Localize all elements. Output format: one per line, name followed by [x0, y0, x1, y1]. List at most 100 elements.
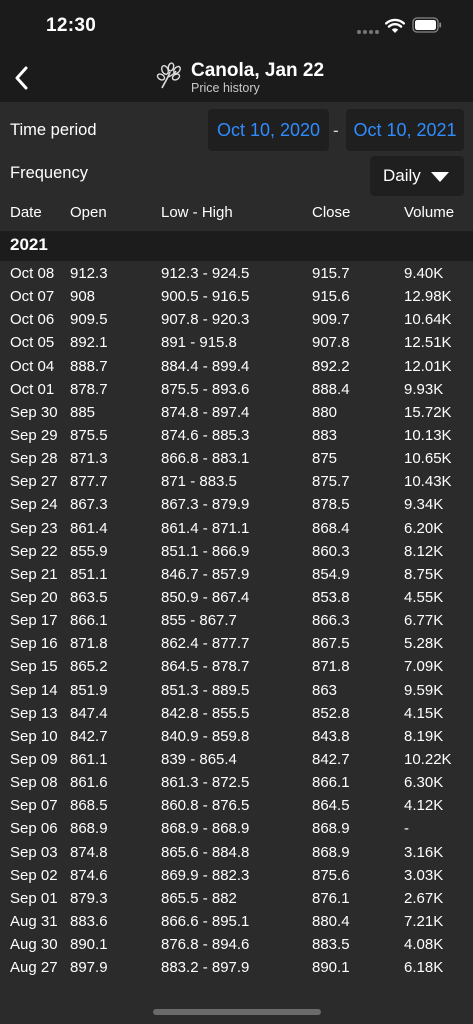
cell-volume: 10.43K	[404, 473, 452, 491]
table-row[interactable]: Sep 29 875.5 874.6 - 885.3 883 10.13K	[0, 425, 473, 448]
table-row[interactable]: Aug 31 883.6 866.6 - 895.1 880.4 7.21K	[0, 911, 473, 934]
back-button[interactable]	[8, 58, 40, 94]
table-row[interactable]: Oct 06 909.5 907.8 - 920.3 909.7 10.64K	[0, 309, 473, 332]
cell-date: Sep 23	[10, 519, 58, 537]
cell-date: Sep 27	[10, 473, 58, 491]
table-row[interactable]: Sep 24 867.3 867.3 - 879.9 878.5 9.34K	[0, 494, 473, 517]
table-row[interactable]: Oct 01 878.7 875.5 - 893.6 888.4 9.93K	[0, 379, 473, 402]
date-range-separator: -	[333, 121, 339, 140]
table-row[interactable]: Sep 06 868.9 868.9 - 868.9 868.9 -	[0, 818, 473, 841]
chevron-left-icon	[15, 66, 28, 90]
table-row[interactable]: Sep 22 855.9 851.1 - 866.9 860.3 8.12K	[0, 541, 473, 564]
cell-date: Sep 21	[10, 565, 58, 583]
cell-volume: 12.01K	[404, 357, 452, 375]
table-row[interactable]: Sep 08 861.6 861.3 - 872.5 866.1 6.30K	[0, 772, 473, 795]
cell-date: Sep 30	[10, 403, 58, 421]
status-bar: 12:30	[0, 0, 473, 54]
cell-close: 915.6	[312, 288, 350, 306]
table-row[interactable]: Sep 20 863.5 850.9 - 867.4 853.8 4.55K	[0, 587, 473, 610]
cell-close: 867.5	[312, 635, 350, 653]
cell-date: Sep 17	[10, 612, 58, 630]
cell-date: Aug 27	[10, 959, 58, 977]
cell-date: Sep 13	[10, 704, 58, 722]
cell-range: 883.2 - 897.9	[161, 959, 250, 977]
table-row[interactable]: Sep 13 847.4 842.8 - 855.5 852.8 4.15K	[0, 703, 473, 726]
table-row[interactable]: Sep 14 851.9 851.3 - 889.5 863 9.59K	[0, 680, 473, 703]
table-row[interactable]: Sep 01 879.3 865.5 - 882 876.1 2.67K	[0, 888, 473, 911]
cell-date: Oct 01	[10, 380, 55, 398]
cell-range: 876.8 - 894.6	[161, 936, 250, 954]
cell-close: 868.9	[312, 843, 350, 861]
cell-range: 839 - 865.4	[161, 750, 237, 768]
cell-volume: 10.64K	[404, 311, 452, 329]
table-row[interactable]: Sep 07 868.5 860.8 - 876.5 864.5 4.12K	[0, 795, 473, 818]
table-row[interactable]: Sep 21 851.1 846.7 - 857.9 854.9 8.75K	[0, 564, 473, 587]
cell-date: Sep 22	[10, 542, 58, 560]
cell-date: Sep 07	[10, 797, 58, 815]
cell-open: 865.2	[70, 658, 108, 676]
cell-open: 871.8	[70, 635, 108, 653]
cell-volume: 9.34K	[404, 496, 444, 514]
table-row[interactable]: Sep 09 861.1 839 - 865.4 842.7 10.22K	[0, 749, 473, 772]
cell-range: 842.8 - 855.5	[161, 704, 250, 722]
frequency-dropdown[interactable]: Daily	[370, 156, 464, 196]
table-row[interactable]: Sep 17 866.1 855 - 867.7 866.3 6.77K	[0, 610, 473, 633]
table-row[interactable]: Aug 30 890.1 876.8 - 894.6 883.5 4.08K	[0, 934, 473, 957]
cell-volume: 4.55K	[404, 588, 444, 606]
table-row[interactable]: Sep 30 885 874.8 - 897.4 880 15.72K	[0, 402, 473, 425]
cell-close: 915.7	[312, 265, 350, 282]
table-row[interactable]: Sep 16 871.8 862.4 - 877.7 867.5 5.28K	[0, 633, 473, 656]
table-row[interactable]: Aug 27 897.9 883.2 - 897.9 890.1 6.18K	[0, 957, 473, 980]
cell-range: 851.3 - 889.5	[161, 681, 250, 699]
table-row[interactable]: Oct 08 912.3 912.3 - 924.5 915.7 9.40K	[0, 263, 473, 286]
cell-close: 875.7	[312, 473, 350, 491]
cell-close: 863	[312, 681, 338, 699]
home-indicator[interactable]	[153, 1009, 321, 1015]
cell-open: 890.1	[70, 936, 108, 954]
table-row[interactable]: Oct 05 892.1 891 - 915.8 907.8 12.51K	[0, 332, 473, 355]
cell-volume: 15.72K	[404, 403, 452, 421]
cell-open: 888.7	[70, 357, 108, 375]
table-row[interactable]: Sep 10 842.7 840.9 - 859.8 843.8 8.19K	[0, 726, 473, 749]
table-row[interactable]: Sep 15 865.2 864.5 - 878.7 871.8 7.09K	[0, 656, 473, 679]
cell-volume: 3.03K	[404, 866, 444, 884]
table-row[interactable]: Sep 23 861.4 861.4 - 871.1 868.4 6.20K	[0, 518, 473, 541]
cell-range: 866.8 - 883.1	[161, 450, 250, 468]
cell-open: 897.9	[70, 959, 108, 977]
cell-close: 875	[312, 450, 338, 468]
cell-range: 860.8 - 876.5	[161, 797, 250, 815]
cell-date: Sep 28	[10, 450, 58, 468]
cell-date: Oct 04	[10, 357, 55, 375]
cell-volume: 10.13K	[404, 426, 452, 444]
start-date-button[interactable]: Oct 10, 2020	[208, 109, 329, 151]
cell-open: 855.9	[70, 542, 108, 560]
cell-open: 909.5	[70, 311, 108, 329]
battery-icon	[412, 17, 442, 33]
time-period-label: Time period	[10, 121, 97, 139]
table-row[interactable]: Sep 27 877.7 871 - 883.5 875.7 10.43K	[0, 471, 473, 494]
table-row[interactable]: Sep 03 874.8 865.6 - 884.8 868.9 3.16K	[0, 842, 473, 865]
cell-volume: 6.18K	[404, 959, 444, 977]
end-date-button[interactable]: Oct 10, 2021	[346, 109, 464, 151]
cell-open: 842.7	[70, 727, 108, 745]
cell-open: 878.7	[70, 380, 108, 398]
cell-date: Sep 01	[10, 889, 58, 907]
cell-range: 867.3 - 879.9	[161, 496, 250, 514]
table-row[interactable]: Sep 02 874.6 869.9 - 882.3 875.6 3.03K	[0, 865, 473, 888]
table-row[interactable]: Oct 04 888.7 884.4 - 899.4 892.2 12.01K	[0, 356, 473, 379]
cell-volume: 4.12K	[404, 797, 444, 815]
cell-date: Sep 09	[10, 750, 58, 768]
cell-volume: -	[404, 820, 409, 838]
cell-open: 861.6	[70, 774, 108, 792]
cell-range: 861.4 - 871.1	[161, 519, 250, 537]
cell-range: 846.7 - 857.9	[161, 565, 250, 583]
table-row[interactable]: Oct 07 908 900.5 - 916.5 915.6 12.98K	[0, 286, 473, 309]
table-row[interactable]: Sep 28 871.3 866.8 - 883.1 875 10.65K	[0, 448, 473, 471]
cell-open: 868.9	[70, 820, 108, 838]
cell-date: Aug 31	[10, 912, 58, 930]
frequency-label: Frequency	[10, 164, 88, 182]
cell-open: 912.3	[70, 265, 108, 282]
cell-range: 850.9 - 867.4	[161, 588, 250, 606]
cell-close: 871.8	[312, 658, 350, 676]
cell-open: 874.8	[70, 843, 108, 861]
